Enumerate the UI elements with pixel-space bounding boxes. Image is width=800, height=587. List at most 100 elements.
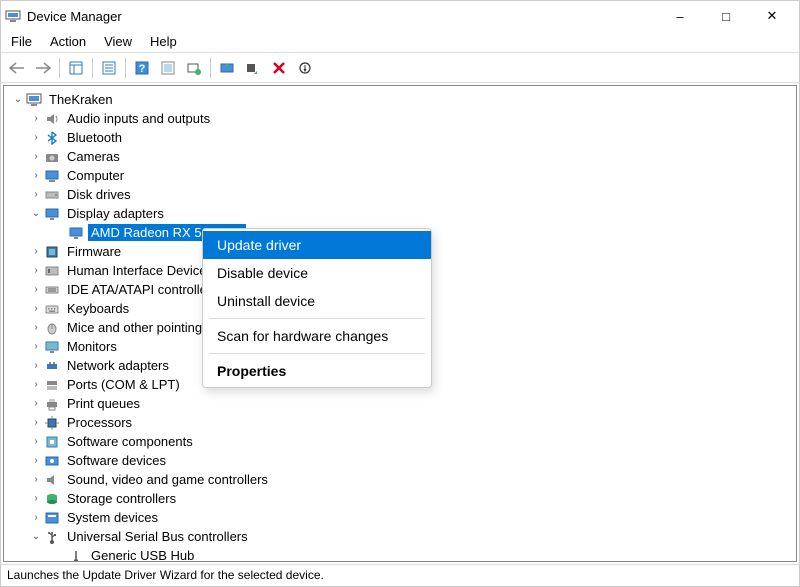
expander-icon[interactable]: › [28, 453, 44, 469]
menu-action[interactable]: Action [50, 34, 86, 49]
toolbar-separator [59, 58, 60, 78]
context-properties[interactable]: Properties [203, 357, 431, 385]
expander-icon[interactable]: ⌄ [28, 529, 44, 545]
help-button[interactable]: ? [130, 56, 154, 80]
expander-icon[interactable]: ⌄ [28, 206, 44, 222]
category-label: Computer [64, 167, 127, 184]
close-button[interactable]: ✕ [749, 1, 795, 31]
system-icon [44, 510, 60, 526]
expander-icon[interactable]: › [28, 377, 44, 393]
print-icon [44, 396, 60, 412]
menu-help[interactable]: Help [150, 34, 177, 49]
category-label: Software components [64, 433, 196, 450]
svg-text:?: ? [139, 63, 146, 75]
category-label: IDE ATA/ATAPI controlle [64, 281, 210, 298]
titlebar: Device Manager – □ ✕ [1, 1, 799, 31]
tree-device[interactable]: Generic USB Hub [4, 546, 796, 562]
context-disable-device[interactable]: Disable device [203, 259, 431, 287]
expander-icon[interactable]: ⌄ [10, 92, 26, 108]
tree-root[interactable]: ⌄ TheKraken [4, 90, 796, 109]
window-title: Device Manager [27, 9, 657, 24]
expander-icon[interactable]: › [28, 396, 44, 412]
expander-spacer [52, 225, 68, 241]
bluetooth-icon [44, 130, 60, 146]
scan-hardware-button[interactable] [182, 56, 206, 80]
tree-root-label: TheKraken [46, 91, 116, 108]
display-icon [68, 225, 84, 241]
expander-icon[interactable]: › [28, 358, 44, 374]
expander-icon[interactable]: › [28, 301, 44, 317]
statusbar-text: Launches the Update Driver Wizard for th… [7, 568, 324, 582]
software-device-icon [44, 453, 60, 469]
expander-icon[interactable]: › [28, 320, 44, 336]
back-button[interactable] [5, 56, 29, 80]
maximize-button[interactable]: □ [703, 1, 749, 31]
tree-category[interactable]: › Disk drives [4, 185, 796, 204]
menu-file[interactable]: File [11, 34, 32, 49]
minimize-button[interactable]: – [657, 1, 703, 31]
camera-icon [44, 149, 60, 165]
disk-icon [44, 187, 60, 203]
category-label: Monitors [64, 338, 120, 355]
action-button[interactable] [156, 56, 180, 80]
menu-view[interactable]: View [104, 34, 132, 49]
expander-icon[interactable]: › [28, 168, 44, 184]
refresh-button[interactable] [293, 56, 317, 80]
uninstall-device-button[interactable] [267, 56, 291, 80]
tree-category[interactable]: ›Bluetooth [4, 128, 796, 147]
menubar: File Action View Help [1, 31, 799, 53]
category-label: Firmware [64, 243, 124, 260]
category-label: Audio inputs and outputs [64, 110, 213, 127]
tree-category[interactable]: ⌄ Display adapters [4, 204, 796, 223]
expander-icon[interactable]: › [28, 263, 44, 279]
device-label: Generic USB Hub [88, 547, 197, 562]
sound-icon [44, 472, 60, 488]
ports-icon [44, 377, 60, 393]
context-update-driver[interactable]: Update driver [203, 231, 431, 259]
firmware-icon [44, 244, 60, 260]
computer-icon [44, 168, 60, 184]
context-uninstall-device[interactable]: Uninstall device [203, 287, 431, 315]
tree-category[interactable]: ⌄Universal Serial Bus controllers [4, 527, 796, 546]
expander-icon[interactable]: › [28, 415, 44, 431]
expander-icon[interactable]: › [28, 434, 44, 450]
context-scan-hardware[interactable]: Scan for hardware changes [203, 322, 431, 350]
expander-icon[interactable]: › [28, 282, 44, 298]
expander-icon[interactable]: › [28, 111, 44, 127]
category-label: Display adapters [64, 205, 167, 222]
ide-icon [44, 282, 60, 298]
tree-category[interactable]: › Sound, video and game controllers [4, 470, 796, 489]
expander-icon[interactable]: › [28, 130, 44, 146]
expander-icon[interactable]: › [28, 149, 44, 165]
tree-category[interactable]: › Computer [4, 166, 796, 185]
tree-category[interactable]: › Software components [4, 432, 796, 451]
expander-icon[interactable]: › [28, 510, 44, 526]
category-label: Disk drives [64, 186, 134, 203]
properties-button[interactable] [97, 56, 121, 80]
expander-icon[interactable]: › [28, 244, 44, 260]
disable-device-button[interactable] [241, 56, 265, 80]
category-label: Storage controllers [64, 490, 179, 507]
tree-category[interactable]: ›Print queues [4, 394, 796, 413]
statusbar: Launches the Update Driver Wizard for th… [1, 564, 799, 586]
tree-category[interactable]: ›System devices [4, 508, 796, 527]
category-label: Human Interface Device [64, 262, 209, 279]
expander-icon[interactable]: › [28, 339, 44, 355]
network-icon [44, 358, 60, 374]
update-driver-button[interactable] [215, 56, 239, 80]
tree-category[interactable]: › Cameras [4, 147, 796, 166]
monitor-icon [44, 339, 60, 355]
forward-button[interactable] [31, 56, 55, 80]
tree-category[interactable]: ›Software devices [4, 451, 796, 470]
tree-category[interactable]: › Audio inputs and outputs [4, 109, 796, 128]
expander-icon[interactable]: › [28, 491, 44, 507]
category-label: Sound, video and game controllers [64, 471, 271, 488]
tree-category[interactable]: ›Processors [4, 413, 796, 432]
category-label: Keyboards [64, 300, 132, 317]
expander-spacer [52, 548, 68, 563]
expander-icon[interactable]: › [28, 187, 44, 203]
show-hide-console-tree-button[interactable] [64, 56, 88, 80]
category-label: Cameras [64, 148, 123, 165]
tree-category[interactable]: › Storage controllers [4, 489, 796, 508]
expander-icon[interactable]: › [28, 472, 44, 488]
